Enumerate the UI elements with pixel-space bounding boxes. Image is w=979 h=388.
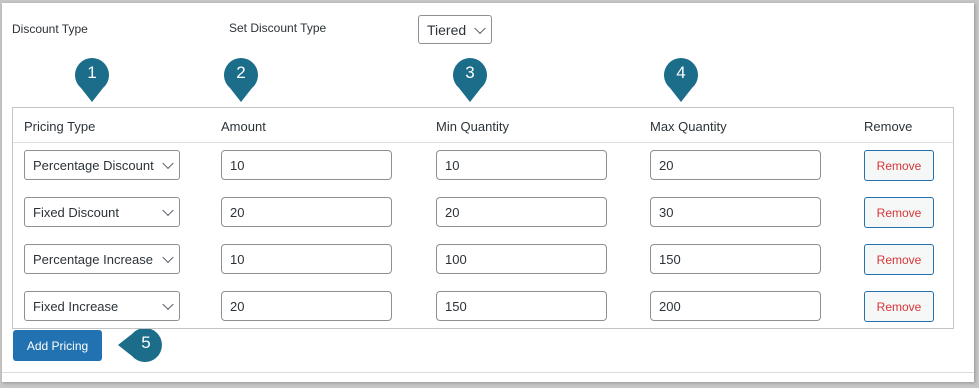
set-discount-type-label: Set Discount Type [229,21,327,35]
callout-marker-5: 5 [116,325,164,370]
callout-number: 4 [676,63,686,82]
callout-marker-1: 1 [72,58,112,109]
amount-input[interactable]: 20 [221,197,392,227]
pricing-type-select[interactable]: Percentage Increase [24,244,180,274]
column-header-pricing-type: Pricing Type [24,119,96,134]
pricing-type-select[interactable]: Fixed Increase [24,291,180,321]
add-pricing-button[interactable]: Add Pricing [13,330,102,361]
min-quantity-input[interactable]: 20 [436,197,607,227]
min-quantity-input[interactable]: 150 [436,291,607,321]
discount-type-label: Discount Type [12,22,88,36]
column-header-amount: Amount [221,119,266,134]
pricing-type-value: Fixed Increase [33,298,119,314]
callout-marker-4: 4 [661,58,701,109]
remove-button[interactable]: Remove [864,244,934,275]
max-quantity-input[interactable]: 200 [650,291,821,321]
column-header-max-quantity: Max Quantity [650,119,727,134]
amount-input[interactable]: 10 [221,150,392,180]
remove-button[interactable]: Remove [864,197,934,228]
min-quantity-input[interactable]: 10 [436,150,607,180]
divider [2,372,974,373]
max-quantity-input[interactable]: 30 [650,197,821,227]
discount-type-value: Tiered [427,21,467,38]
column-header-min-quantity: Min Quantity [436,119,509,134]
callout-marker-3: 3 [450,58,490,109]
pricing-type-select[interactable]: Fixed Discount [24,197,180,227]
amount-input[interactable]: 20 [221,291,392,321]
column-header-remove: Remove [864,119,913,134]
max-quantity-input[interactable]: 150 [650,244,821,274]
chevron-down-icon [162,251,174,264]
chevron-down-icon [162,298,174,311]
chevron-down-icon [162,204,174,217]
remove-button[interactable]: Remove [864,291,934,322]
pricing-type-value: Percentage Increase [33,251,153,267]
callout-number: 5 [141,333,151,352]
discount-type-select[interactable]: Tiered [418,15,492,44]
callout-marker-2: 2 [221,58,261,109]
amount-input[interactable]: 10 [221,244,392,274]
min-quantity-input[interactable]: 100 [436,244,607,274]
callout-number: 1 [87,63,97,82]
max-quantity-input[interactable]: 20 [650,150,821,180]
header-divider [13,142,953,143]
pricing-type-value: Percentage Discount [33,157,154,173]
chevron-down-icon [474,22,486,34]
callout-number: 2 [236,63,246,82]
remove-button[interactable]: Remove [864,150,934,181]
chevron-down-icon [162,157,174,170]
pricing-type-value: Fixed Discount [33,204,119,220]
callout-number: 3 [465,63,475,82]
pricing-type-select[interactable]: Percentage Discount [24,150,180,180]
